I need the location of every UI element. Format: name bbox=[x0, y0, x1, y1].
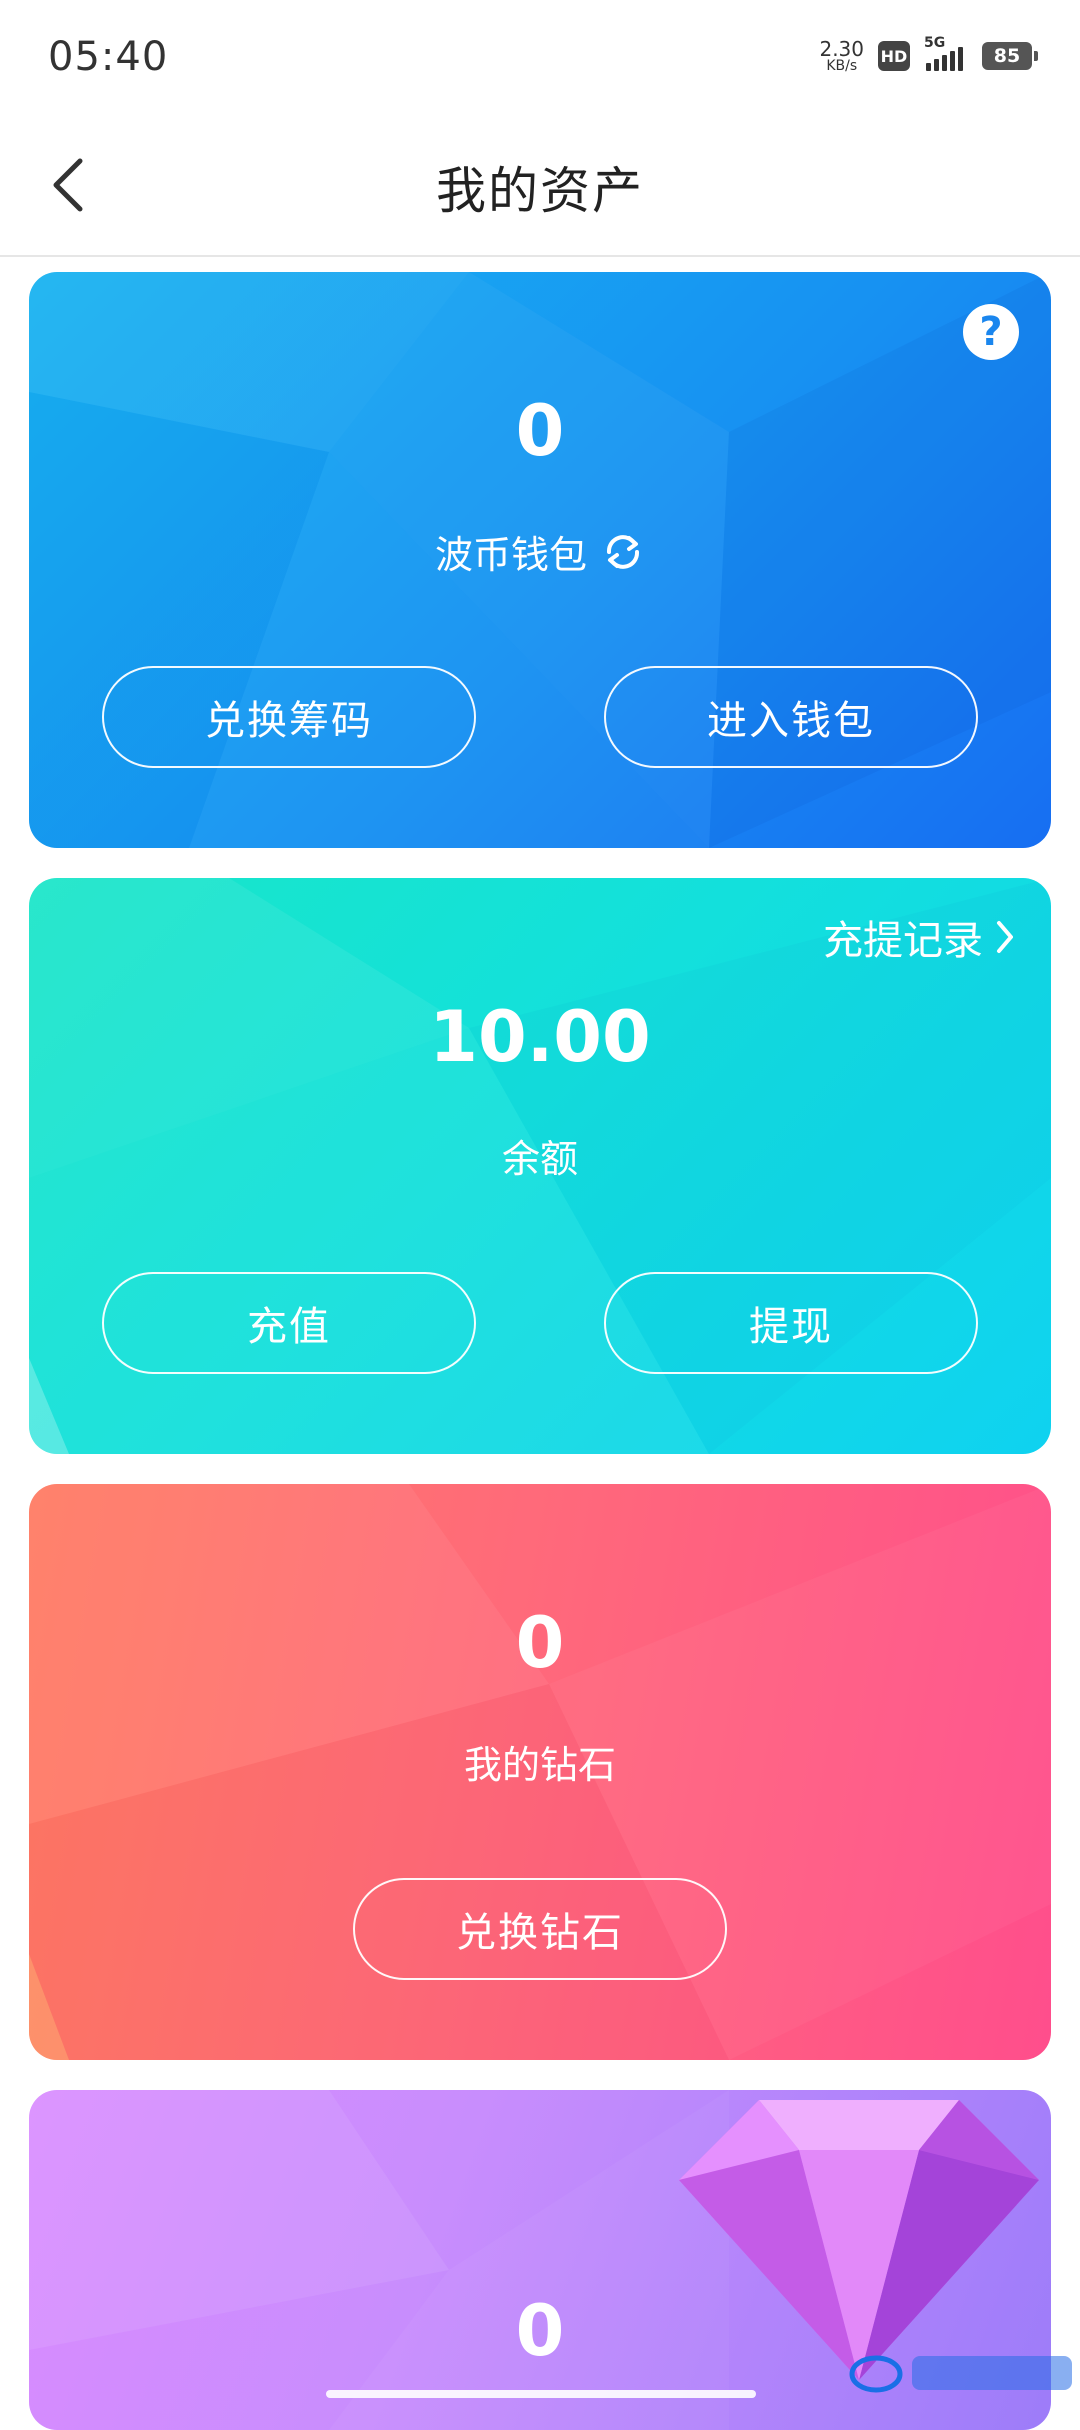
signal-bar bbox=[934, 59, 939, 71]
diamond-card: 0 我的钻石 兑换钻石 bbox=[29, 1484, 1051, 2060]
records-link-label: 充提记录 bbox=[823, 918, 983, 964]
signal-icon: 5G bbox=[924, 35, 968, 71]
exchange-diamonds-button[interactable]: 兑换钻石 bbox=[353, 1878, 727, 1980]
recharge-button[interactable]: 充值 bbox=[102, 1272, 476, 1374]
signal-bar bbox=[958, 47, 963, 71]
exchange-chips-button[interactable]: 兑换筹码 bbox=[102, 666, 476, 768]
withdraw-button[interactable]: 提现 bbox=[604, 1272, 978, 1374]
enter-wallet-button[interactable]: 进入钱包 bbox=[604, 666, 978, 768]
battery-icon: 85 bbox=[982, 42, 1038, 70]
wallet-label: 波币钱包 bbox=[434, 533, 587, 577]
status-time: 05:40 bbox=[48, 34, 169, 80]
wallet-label-row: 波币钱包 bbox=[29, 524, 1051, 579]
balance-label: 余额 bbox=[501, 1137, 578, 1181]
home-indicator[interactable] bbox=[326, 2390, 756, 2398]
page-title: 我的资产 bbox=[436, 162, 644, 220]
watermark-logo bbox=[849, 2355, 1072, 2393]
balance-value: 10.00 bbox=[429, 996, 651, 1078]
diamond-value: 0 bbox=[515, 1602, 565, 1684]
signal-bar bbox=[926, 63, 931, 71]
hd-icon: HD bbox=[878, 41, 910, 71]
wallet-value: 0 bbox=[515, 390, 565, 472]
diamond-label: 我的钻石 bbox=[463, 1743, 616, 1787]
network-speed-value: 2.30 bbox=[819, 37, 864, 61]
header: 我的资产 bbox=[0, 115, 1080, 257]
wallet-card: ? 0 波币钱包 兑换筹码 进入钱包 bbox=[29, 272, 1051, 848]
signal-bar bbox=[950, 51, 955, 71]
refresh-icon[interactable] bbox=[601, 530, 645, 574]
status-icons: 2.30 KB/s HD 5G 85 bbox=[819, 34, 1038, 78]
network-type: 5G bbox=[924, 35, 946, 51]
chevron-right-icon bbox=[997, 921, 1013, 953]
network-speed: 2.30 KB/s bbox=[819, 39, 864, 73]
status-bar: 05:40 2.30 KB/s HD 5G 85 bbox=[0, 0, 1080, 115]
balance-card: 充提记录 10.00 余额 充值 提现 bbox=[29, 878, 1051, 1454]
signal-bar bbox=[942, 55, 947, 71]
recharge-records-link[interactable]: 充提记录 bbox=[823, 908, 1017, 966]
network-speed-unit: KB/s bbox=[826, 58, 858, 74]
help-icon[interactable]: ? bbox=[963, 304, 1019, 360]
